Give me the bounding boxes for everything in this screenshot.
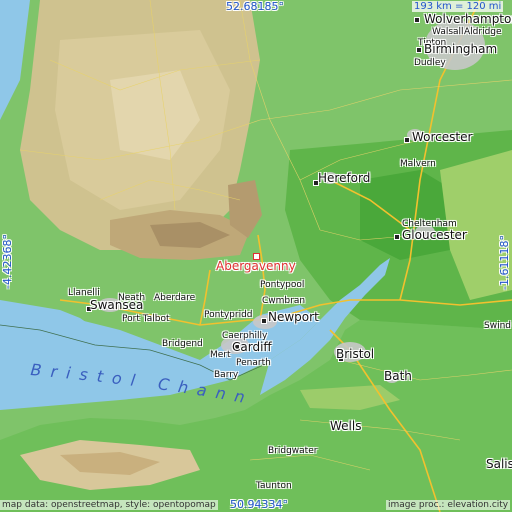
sea-label-layer: Bristol Channel [0, 0, 255, 408]
coord-left: -4.42368° [1, 234, 14, 289]
sea-label-text: Bristol Channel [0, 0, 246, 408]
coord-bottom: 50.94334° [230, 498, 288, 511]
credit-image-proc[interactable]: image proc.: elevation.city [386, 500, 511, 510]
credit-map-data[interactable]: map data: openstreetmap, style: opentopo… [0, 500, 218, 510]
coord-right: -1.61118° [498, 235, 511, 290]
scale-bar-label: 193 km = 120 mi [412, 1, 504, 12]
sea-label: Bristol Channel [0, 0, 255, 408]
topographic-map[interactable]: Wolverhampton Walsall Aldridge Tipton Bi… [0, 0, 512, 512]
coord-top: 52.68185° [226, 0, 284, 13]
